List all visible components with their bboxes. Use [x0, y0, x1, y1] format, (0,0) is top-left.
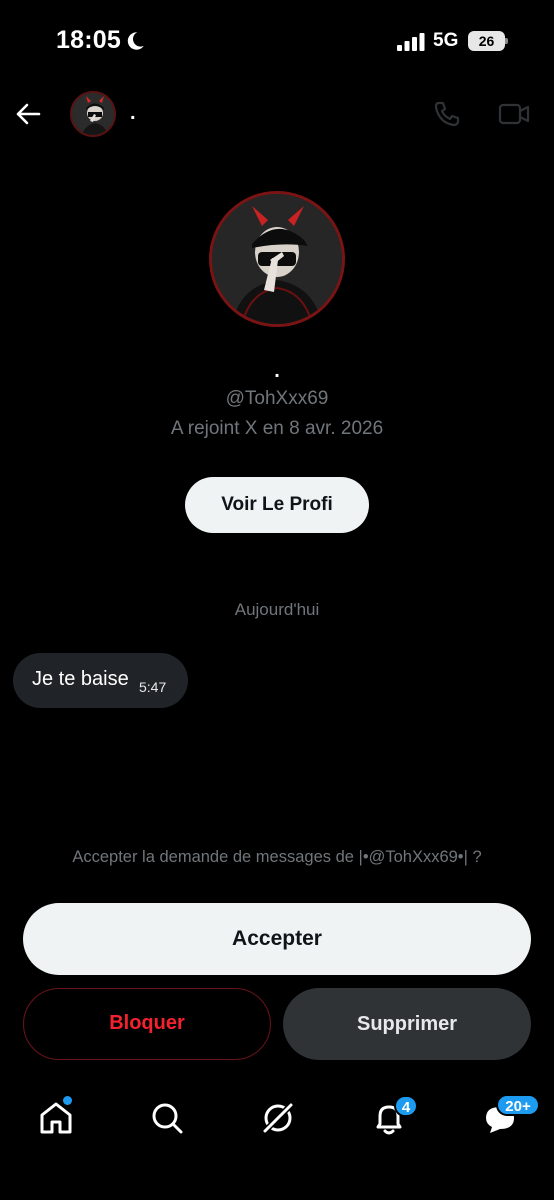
day-separator: Aujourd'hui: [234, 600, 320, 619]
message-request-prompt: Accepter la demande de messages de |•@To…: [72, 848, 482, 866]
battery-level: 26: [468, 31, 505, 51]
header-username: .: [130, 102, 136, 124]
message-time: 5:47: [139, 679, 167, 695]
home-new-dot: [63, 1096, 72, 1105]
avatar-image: [72, 93, 114, 135]
signal-icon: [397, 33, 425, 51]
view-profile-button[interactable]: Voir Le Profi: [185, 477, 369, 533]
header-avatar[interactable]: [70, 91, 116, 137]
video-call-icon[interactable]: [498, 100, 530, 128]
message-text: Je te baise: [32, 668, 129, 690]
grok-icon[interactable]: [258, 1098, 298, 1138]
battery-icon: 26: [468, 31, 508, 51]
message-bubble[interactable]: Je te baise 5:47: [13, 653, 188, 708]
notifications-badge: 4: [394, 1095, 418, 1117]
moon-icon: [127, 32, 144, 50]
status-bar: 18:05 5G 26: [0, 0, 554, 84]
battery-tip: [505, 38, 508, 44]
profile-display-name: .: [274, 360, 280, 382]
search-icon[interactable]: [147, 1098, 187, 1138]
delete-button[interactable]: Supprimer: [283, 988, 531, 1060]
phone-icon[interactable]: [432, 99, 462, 129]
back-arrow-icon[interactable]: [14, 100, 42, 128]
messages-badge: 20+: [496, 1094, 540, 1116]
profile-joined-date: A rejoint X en 8 avr. 2026: [170, 418, 384, 439]
block-button[interactable]: Bloquer: [23, 988, 271, 1060]
conversation-header: .: [0, 84, 554, 146]
accept-button[interactable]: Accepter: [23, 903, 531, 975]
profile-avatar[interactable]: [209, 191, 345, 327]
bottom-tab-bar: 4 20+: [0, 1080, 554, 1200]
profile-handle: @TohXxx69: [225, 388, 329, 409]
status-time: 18:05: [56, 26, 121, 54]
profile-avatar-image: [212, 194, 342, 324]
network-type: 5G: [433, 30, 459, 51]
